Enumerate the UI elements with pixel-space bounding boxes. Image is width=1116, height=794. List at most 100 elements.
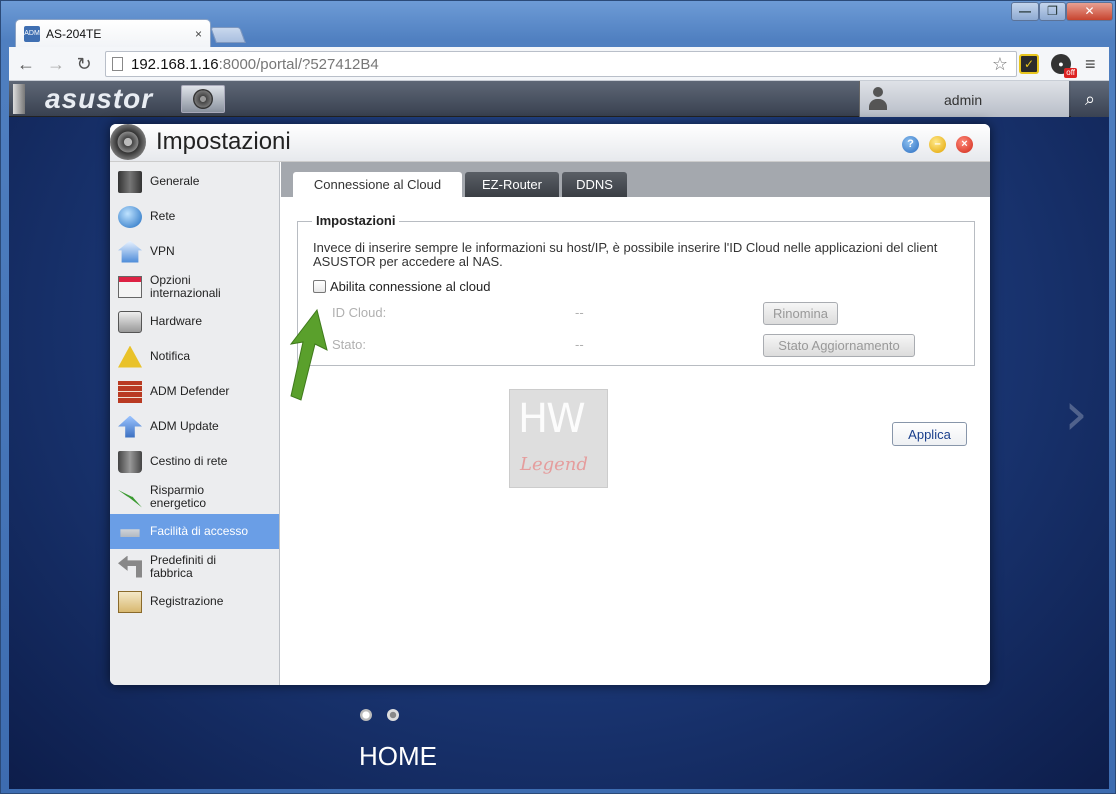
page-dot-1[interactable] (360, 709, 372, 721)
sidebar-item-label: ADM Defender (150, 384, 230, 398)
user-icon (868, 87, 888, 111)
settings-fieldset: Impostazioni Invece di inserire sempre l… (297, 213, 975, 366)
bookmark-star-icon[interactable]: ☆ (992, 54, 1008, 75)
settings-content: Connessione al Cloud EZ-Router DDNS Impo… (281, 162, 990, 685)
trash-icon (118, 450, 142, 473)
username: admin (944, 92, 983, 108)
sidebar-item-label: Rete (150, 209, 176, 223)
sidebar-item-label: Predefiniti di fabbrica (150, 552, 217, 580)
user-menu[interactable]: admin (859, 81, 1069, 117)
network-device-icon (120, 529, 140, 537)
id-cloud-value: -- (575, 305, 584, 320)
sidebar-item-hardware[interactable]: Hardware (110, 304, 279, 339)
sidebar-item-label: Notifica (150, 349, 191, 363)
hw-legend-watermark: HW Legend (509, 389, 608, 488)
apply-button[interactable]: Applica (892, 422, 967, 446)
sidebar-item-opzioni-internazionali[interactable]: Opzioni internazionali (110, 269, 279, 304)
settings-reel-icon (110, 124, 146, 160)
upload-arrow-icon (118, 415, 142, 438)
back-arrow-icon[interactable]: ← (15, 53, 37, 75)
tab-bar: Connessione al Cloud EZ-Router DDNS (281, 162, 990, 197)
sidebar-item-label: VPN (150, 244, 175, 258)
tab-title: AS-204TE (46, 26, 102, 41)
sidebar-item-label: ADM Update (150, 419, 219, 433)
sidebar-item-label: Opzioni internazionali (150, 272, 221, 300)
cloud-description: Invece di inserire sempre le informazion… (313, 240, 938, 269)
update-status-button[interactable]: Stato Aggiornamento (763, 334, 915, 357)
browser-tab[interactable]: ADM AS-204TE × (15, 19, 211, 47)
server-icon (118, 170, 142, 193)
vpn-house-icon (118, 240, 142, 263)
sidebar-item-label: Risparmio energetico (150, 482, 207, 510)
sidebar-item-adm-defender[interactable]: ADM Defender (110, 374, 279, 409)
window-title: Impostazioni (156, 128, 291, 155)
settings-sidebar: Generale Rete VPN Opzioni internazionali Har… (110, 162, 280, 685)
calendar-clock-icon (118, 275, 142, 298)
sidebar-item-generale[interactable]: Generale (110, 164, 279, 199)
undo-arrow-icon (118, 555, 142, 578)
adm-desktop: asustor admin ⌕ › Impostazioni ? – × Gen… (9, 81, 1109, 789)
home-label: HOME (359, 741, 437, 771)
tab-cloud-connection[interactable]: Connessione al Cloud (293, 172, 462, 197)
extension-adblock-icon[interactable]: ● off (1051, 54, 1077, 78)
address-bar[interactable]: 192.168.1.16 :8000/portal/?527412B4 ☆ (105, 51, 1017, 77)
fieldset-legend: Impostazioni (312, 213, 400, 228)
browser-toolbar: ← → ↻ 192.168.1.16 :8000/portal/?527412B… (9, 47, 1109, 81)
new-tab-button[interactable] (210, 27, 246, 43)
settings-app-taskbar-icon[interactable] (181, 85, 225, 113)
green-pointer-arrow-icon (289, 308, 328, 401)
tab-ddns[interactable]: DDNS (562, 172, 627, 197)
tab-ez-router[interactable]: EZ-Router (465, 172, 559, 197)
page-icon (112, 57, 123, 71)
sidebar-item-rete[interactable]: Rete (110, 199, 279, 234)
firewall-icon (118, 380, 142, 403)
search-icon[interactable]: ⌕ (1071, 81, 1109, 117)
hard-drive-icon (118, 310, 142, 333)
sidebar-item-label: Facilità di accesso (150, 524, 249, 538)
url-host: 192.168.1.16 (131, 55, 219, 73)
url-path: :8000/portal/?527412B4 (218, 55, 379, 73)
rename-button[interactable]: Rinomina (763, 302, 838, 325)
enable-cloud-checkbox[interactable] (313, 280, 326, 293)
tab-strip: ADM AS-204TE × — ❐ ✕ (1, 1, 1115, 47)
page-dot-2[interactable] (387, 709, 399, 721)
asustor-logo: asustor (45, 83, 154, 114)
status-value: -- (575, 337, 584, 352)
sidebar-item-notifica[interactable]: Notifica (110, 339, 279, 374)
sidebar-item-label: Hardware (150, 314, 203, 328)
sidebar-item-facilit-di-accesso[interactable]: Facilità di accesso (110, 514, 279, 549)
minimize-icon[interactable]: – (929, 136, 946, 153)
warning-icon (118, 345, 142, 368)
sidebar-item-registrazione[interactable]: Registrazione (110, 584, 279, 619)
sidebar-item-label: Registrazione (150, 594, 224, 608)
off-badge: off (1064, 68, 1077, 78)
close-icon[interactable]: × (956, 136, 973, 153)
clipboard-icon (118, 590, 142, 613)
browser-window: ADM AS-204TE × — ❐ ✕ ← → ↻ 192.168.1.16 … (0, 0, 1116, 794)
extension-check-icon[interactable]: ✓ (1019, 54, 1039, 74)
enable-cloud-label[interactable]: Abilita connessione al cloud (330, 279, 490, 294)
sidebar-item-adm-update[interactable]: ADM Update (110, 409, 279, 444)
reload-icon[interactable]: ↻ (73, 53, 95, 75)
settings-window: Impostazioni ? – × Generale Rete VPN Opzion… (110, 124, 990, 685)
adm-taskbar: asustor admin ⌕ (9, 81, 1109, 117)
forward-arrow-icon[interactable]: → (45, 53, 67, 75)
sidebar-item-label: Cestino di rete (150, 454, 228, 468)
window-titlebar[interactable]: Impostazioni ? – × (110, 124, 990, 162)
window-maximize-button[interactable]: ❐ (1039, 2, 1066, 21)
help-icon[interactable]: ? (902, 136, 919, 153)
window-minimize-button[interactable]: — (1011, 2, 1039, 21)
sidebar-item-risparmio-energetico[interactable]: Risparmio energetico (110, 479, 279, 514)
window-close-button[interactable]: ✕ (1066, 2, 1113, 21)
taskbar-grip[interactable] (13, 84, 25, 114)
lightning-icon (118, 489, 142, 508)
globe-icon (118, 205, 142, 228)
sidebar-item-predefiniti-di-fabbrica[interactable]: Predefiniti di fabbrica (110, 549, 279, 584)
next-page-arrow-icon[interactable]: › (1064, 379, 1088, 449)
tab-close-icon[interactable]: × (195, 27, 202, 41)
browser-menu-icon[interactable]: ≡ (1085, 54, 1096, 75)
adm-favicon-icon: ADM (24, 25, 40, 42)
sidebar-item-vpn[interactable]: VPN (110, 234, 279, 269)
sidebar-item-cestino-di-rete[interactable]: Cestino di rete (110, 444, 279, 479)
sidebar-item-label: Generale (150, 174, 200, 188)
